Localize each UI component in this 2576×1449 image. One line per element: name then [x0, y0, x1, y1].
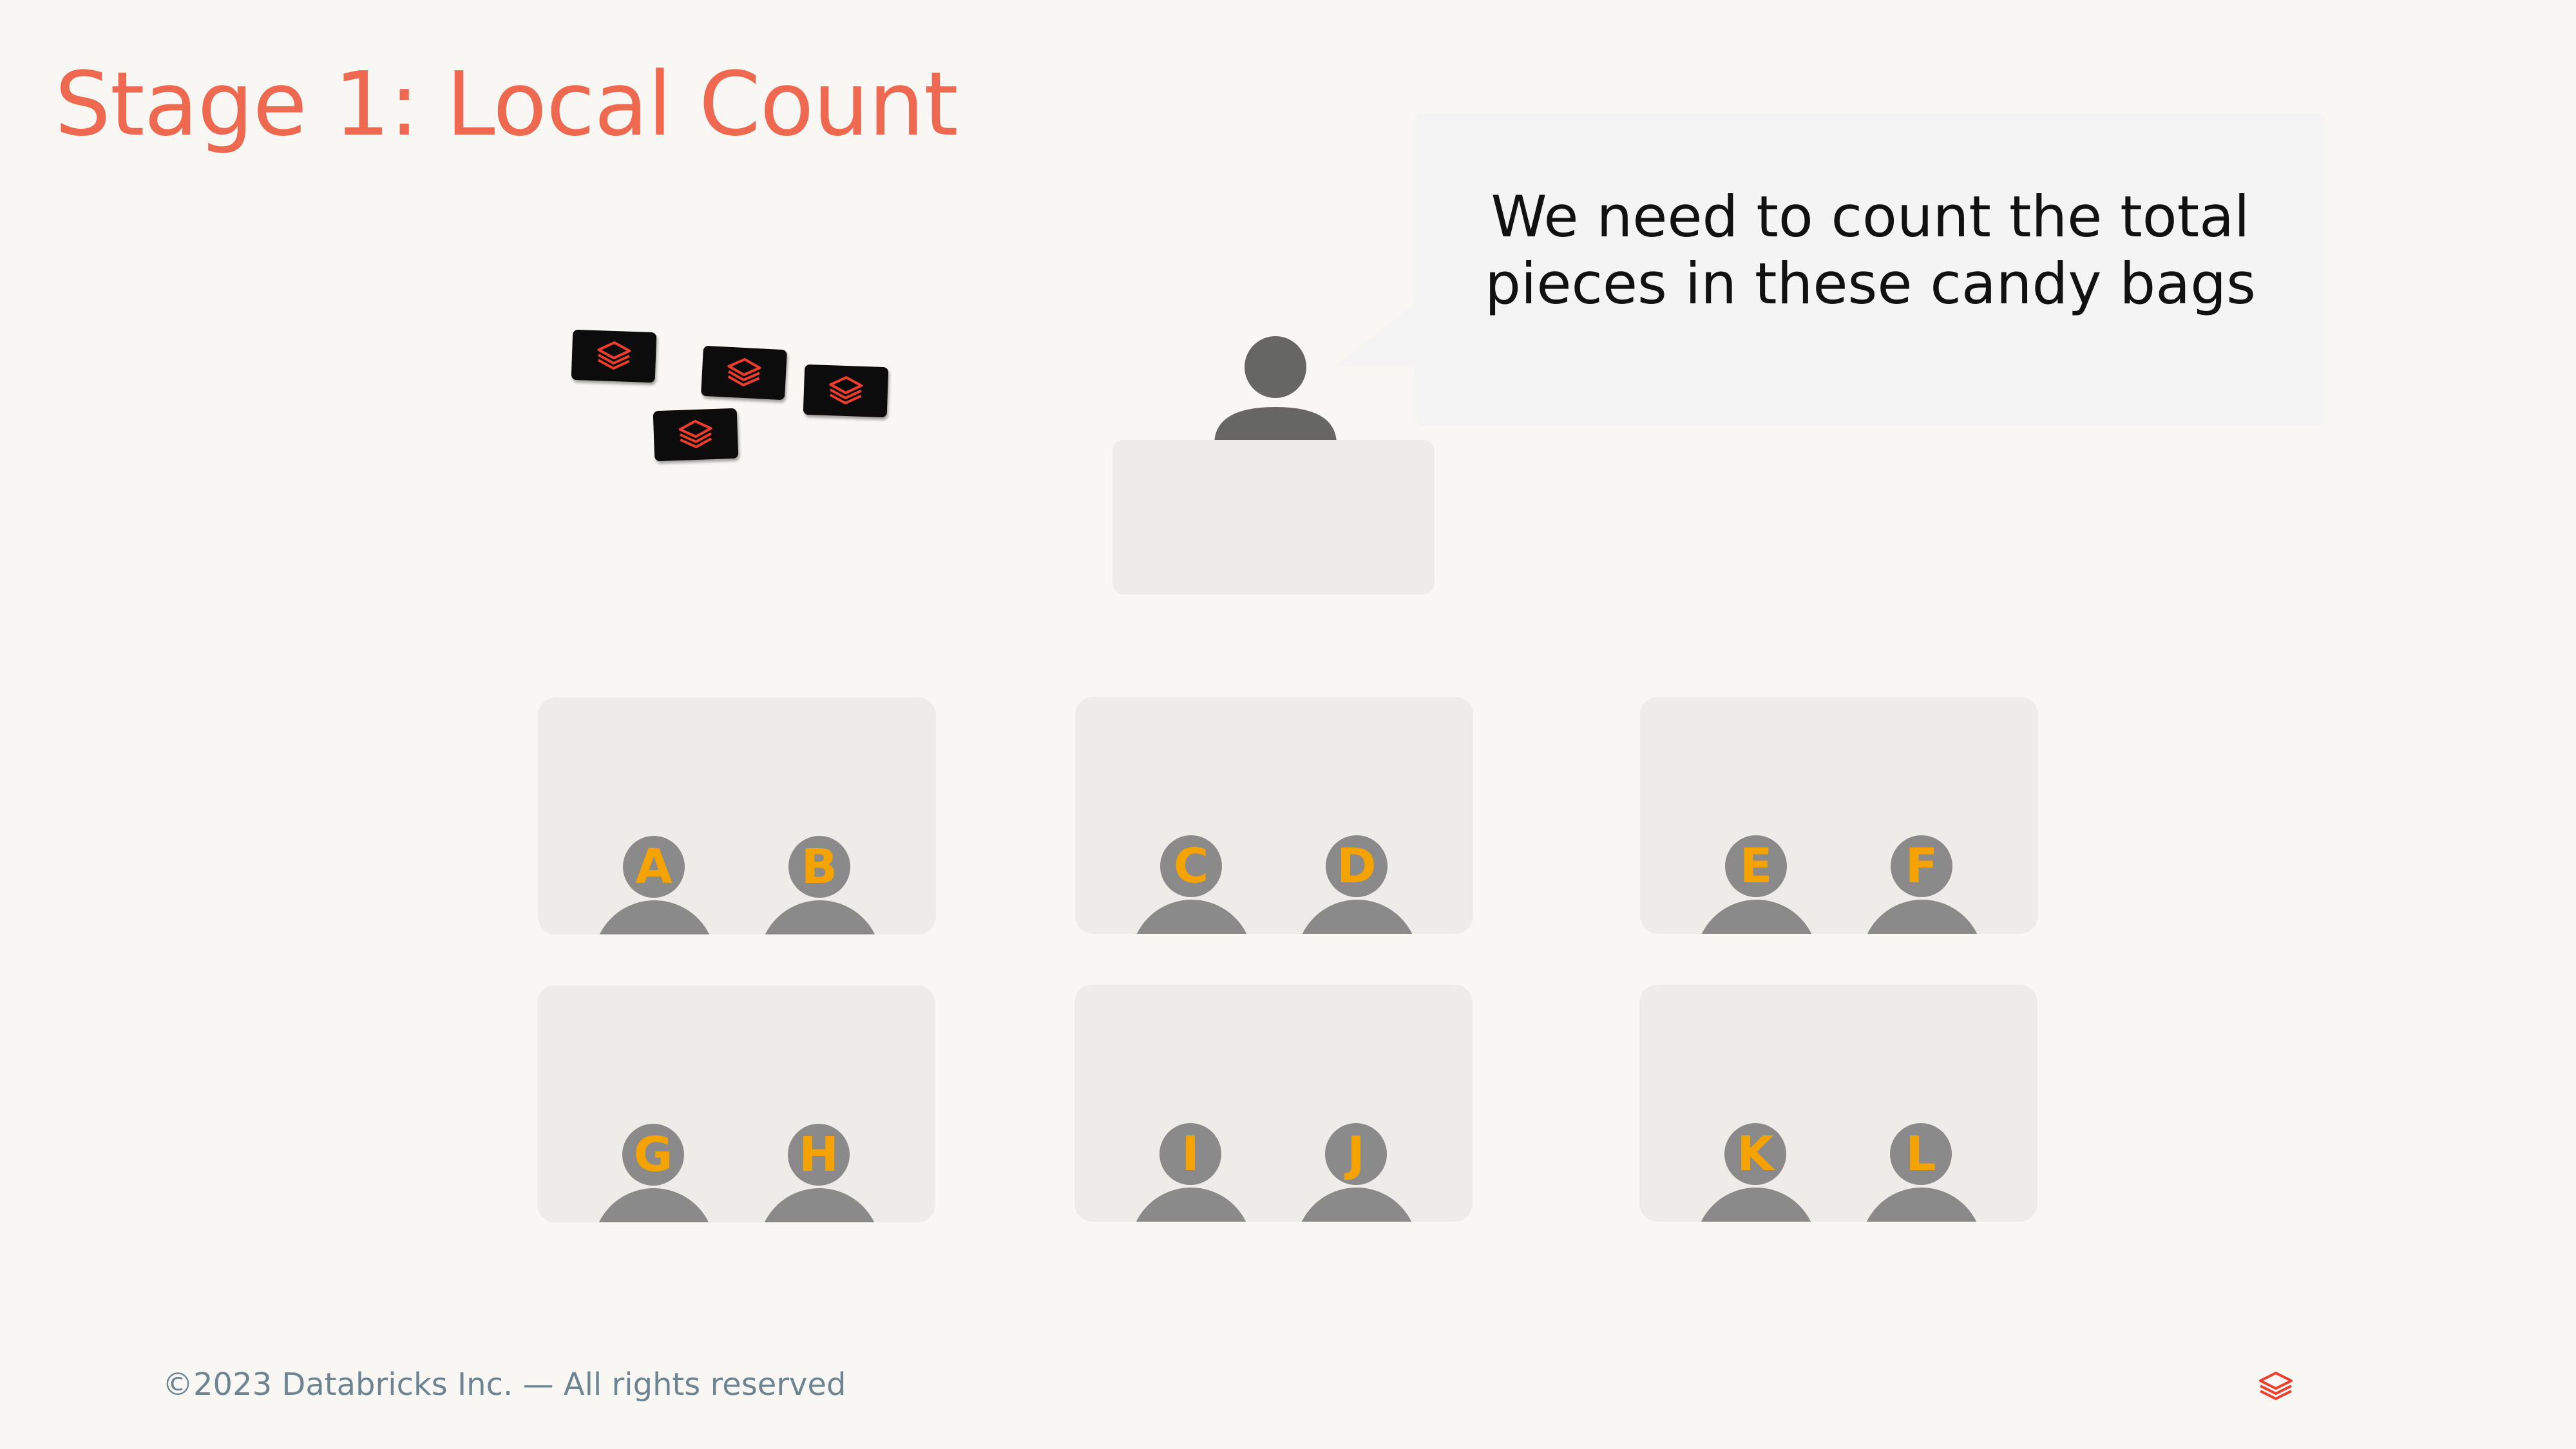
student-body [758, 1188, 881, 1222]
student-body [759, 900, 881, 934]
student: B [759, 836, 881, 934]
desk-group: I J [1074, 985, 1473, 1222]
speech-bubble: We need to count the total pieces in the… [1415, 113, 2326, 426]
student: K [1695, 1123, 1817, 1222]
student-label: G [622, 1124, 684, 1186]
student-label: E [1725, 835, 1787, 897]
student-label: A [623, 836, 685, 898]
slide-title: Stage 1: Local Count [55, 53, 959, 156]
desk-group: G H [537, 985, 935, 1222]
databricks-logo-icon [678, 420, 712, 448]
student-body [1296, 900, 1418, 934]
student: H [758, 1124, 881, 1222]
student-body [1131, 900, 1253, 934]
podium [1112, 440, 1435, 594]
student-body [593, 1188, 715, 1222]
student-label: L [1890, 1123, 1952, 1185]
student-label: C [1160, 835, 1222, 897]
desk-group: C D [1075, 697, 1473, 934]
student: D [1296, 835, 1418, 934]
student: I [1130, 1123, 1252, 1222]
student-label: H [788, 1124, 850, 1186]
desk-group: A B [538, 697, 936, 934]
student: J [1295, 1123, 1418, 1222]
student: F [1861, 835, 1983, 934]
databricks-logo-icon [2259, 1372, 2293, 1400]
databricks-logo-icon [597, 341, 631, 370]
student: C [1131, 835, 1253, 934]
desk-group: E F [1640, 697, 2038, 934]
speech-bubble-text: We need to count the total pieces in the… [1485, 183, 2256, 317]
student-body [593, 900, 716, 934]
databricks-logo-icon [727, 358, 761, 386]
student: G [593, 1124, 715, 1222]
student-body [1295, 1188, 1418, 1222]
speech-bubble-tail [1333, 296, 1424, 367]
student: L [1860, 1123, 1983, 1222]
candy-bag [803, 364, 889, 418]
student: A [593, 836, 716, 934]
student-label: I [1159, 1123, 1221, 1185]
student-label: B [788, 836, 850, 898]
student-label: D [1326, 835, 1388, 897]
student-body [1861, 900, 1983, 934]
copyright-footer: ©2023 Databricks Inc. — All rights reser… [162, 1367, 846, 1403]
student-label: F [1891, 835, 1952, 897]
student-body [1130, 1188, 1252, 1222]
student-label: K [1724, 1123, 1786, 1185]
student-body [1860, 1188, 1983, 1222]
candy-bag [571, 329, 657, 383]
speaker-person-icon [1214, 336, 1337, 444]
desk-group: K L [1639, 985, 2037, 1222]
student: E [1695, 835, 1818, 934]
candy-bag [653, 408, 739, 462]
student-label: J [1325, 1123, 1387, 1185]
candy-bag [701, 345, 787, 401]
databricks-logo-icon [829, 376, 863, 404]
student-body [1695, 900, 1818, 934]
student-body [1695, 1188, 1817, 1222]
